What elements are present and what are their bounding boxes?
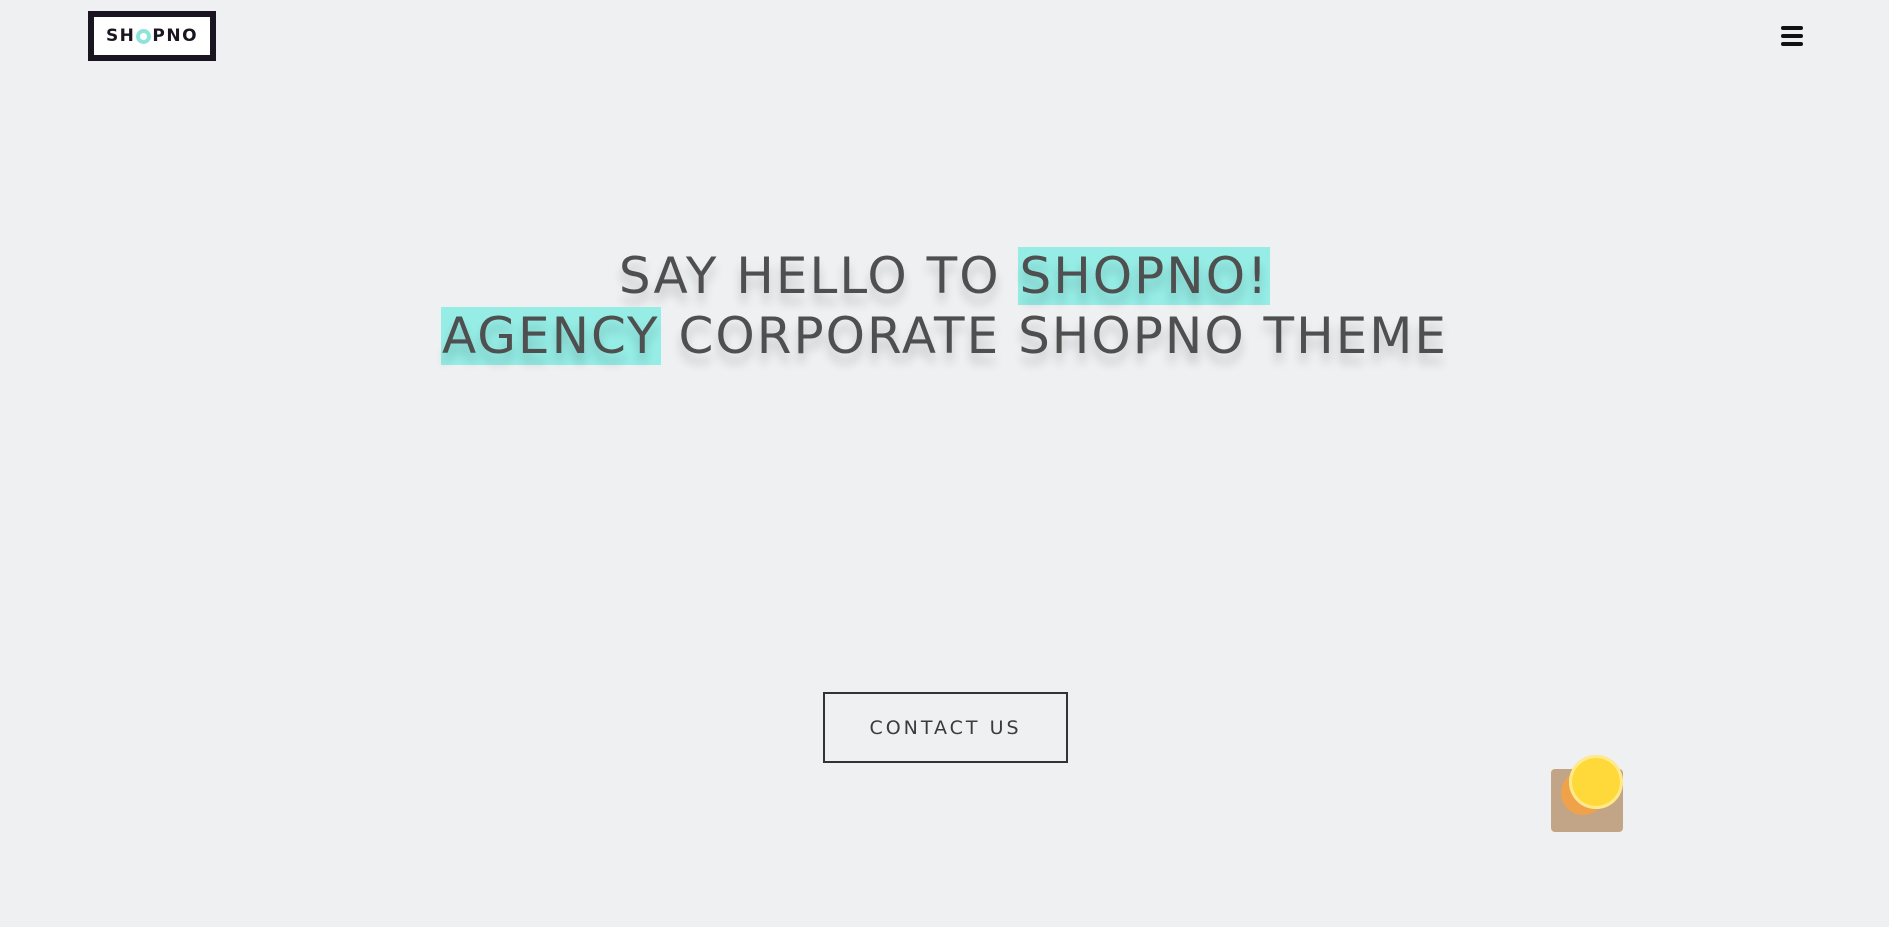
logo-text-left: SH: [105, 26, 136, 46]
hero-line-1-highlight: SHOPNO!: [1018, 247, 1271, 305]
site-logo[interactable]: SH O PNO: [88, 11, 216, 61]
logo-text-right: PNO: [152, 26, 199, 46]
logo-wordmark: SH O PNO: [94, 17, 210, 55]
page: SH O PNO SAY HELLO TO SHOPNO! AGENCY COR…: [0, 0, 1889, 927]
contact-us-button[interactable]: CONTACT US: [823, 692, 1068, 763]
coin-box-icon: [1549, 755, 1627, 833]
hero-heading: SAY HELLO TO SHOPNO! AGENCY CORPORATE SH…: [0, 246, 1889, 366]
hero-line-1: SAY HELLO TO SHOPNO!: [0, 246, 1889, 306]
hero-line-1-text: SAY HELLO TO: [618, 247, 1019, 305]
hero-line-2: AGENCY CORPORATE SHOPNO THEME: [0, 306, 1889, 366]
hero-line-2-text: CORPORATE SHOPNO THEME: [660, 307, 1449, 365]
logo-o-ring-icon: O: [136, 28, 152, 44]
hero-line-2-highlight: AGENCY: [440, 307, 661, 365]
hamburger-icon[interactable]: [1781, 26, 1803, 46]
